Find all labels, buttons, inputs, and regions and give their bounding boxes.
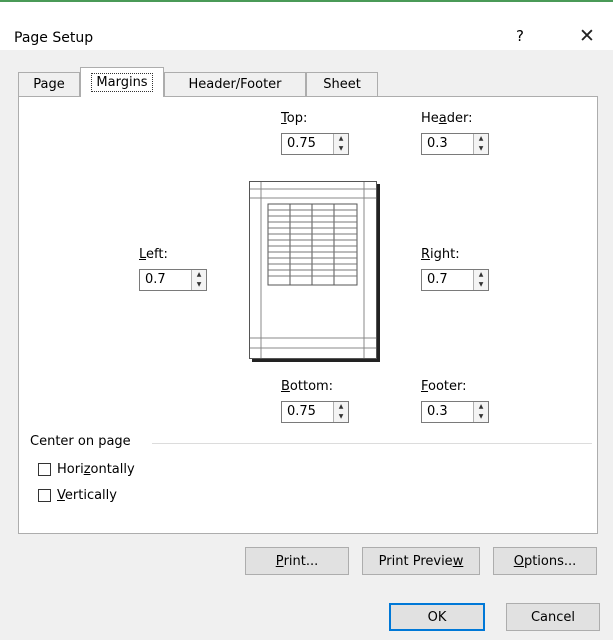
footer-value[interactable]: 0.3: [422, 402, 473, 422]
title-bar: Page Setup ? ✕: [0, 2, 613, 50]
header-value[interactable]: 0.3: [422, 134, 473, 154]
print-button[interactable]: Print...: [245, 547, 349, 575]
vertically-checkbox[interactable]: Vertically: [38, 488, 117, 503]
print-preview-button[interactable]: Print Previe w: [362, 547, 480, 575]
horizontally-checkbox[interactable]: Horizontally: [38, 462, 135, 477]
tab-header-footer[interactable]: Header/Footer: [164, 72, 306, 96]
spin-down-icon[interactable]: ▼: [192, 280, 206, 290]
footer-spinner[interactable]: 0.3 ▲ ▼: [421, 401, 489, 423]
left-spinner[interactable]: 0.7 ▲ ▼: [139, 269, 207, 291]
spin-down-icon[interactable]: ▼: [474, 144, 488, 154]
spin-down-icon[interactable]: ▼: [474, 280, 488, 290]
bottom-spinner[interactable]: 0.75 ▲ ▼: [281, 401, 349, 423]
right-value[interactable]: 0.7: [422, 270, 473, 290]
spin-up-icon[interactable]: ▲: [474, 134, 488, 144]
spin-down-icon[interactable]: ▼: [334, 412, 348, 422]
spin-up-icon[interactable]: ▲: [474, 270, 488, 280]
group-divider: [152, 443, 592, 444]
bottom-value[interactable]: 0.75: [282, 402, 333, 422]
right-label: Right:: [421, 247, 460, 262]
tab-sheet[interactable]: Sheet: [306, 72, 378, 96]
tab-page[interactable]: Page: [18, 72, 80, 96]
dialog-title: Page Setup: [14, 30, 94, 46]
checkbox-box[interactable]: [38, 463, 51, 476]
spin-up-icon[interactable]: ▲: [334, 402, 348, 412]
spin-up-icon[interactable]: ▲: [334, 134, 348, 144]
ok-button[interactable]: OK: [389, 603, 485, 631]
options-button[interactable]: Options...: [493, 547, 597, 575]
tab-margins[interactable]: Margins: [80, 67, 164, 97]
cancel-button[interactable]: Cancel: [506, 603, 600, 631]
top-value[interactable]: 0.75: [282, 134, 333, 154]
header-label: Header:: [421, 111, 473, 126]
spin-up-icon[interactable]: ▲: [474, 402, 488, 412]
spin-down-icon[interactable]: ▼: [474, 412, 488, 422]
page-preview: [249, 181, 377, 359]
left-value[interactable]: 0.7: [140, 270, 191, 290]
help-button[interactable]: ?: [516, 27, 524, 45]
right-spinner[interactable]: 0.7 ▲ ▼: [421, 269, 489, 291]
bottom-label: Bottom:: [281, 379, 334, 394]
spin-down-icon[interactable]: ▼: [334, 144, 348, 154]
footer-label: Footer:: [421, 379, 467, 394]
checkbox-box[interactable]: [38, 489, 51, 502]
left-label: Left:: [139, 247, 168, 262]
horizontally-label: Horizontally: [57, 462, 135, 477]
spin-up-icon[interactable]: ▲: [192, 270, 206, 280]
header-spinner[interactable]: 0.3 ▲ ▼: [421, 133, 489, 155]
close-icon[interactable]: ✕: [572, 22, 602, 50]
center-on-page-label: Center on page: [30, 434, 137, 449]
top-spinner[interactable]: 0.75 ▲ ▼: [281, 133, 349, 155]
top-label: Top:: [281, 111, 308, 126]
page-preview-graphic: [250, 182, 376, 358]
vertically-label: Vertically: [57, 488, 117, 503]
